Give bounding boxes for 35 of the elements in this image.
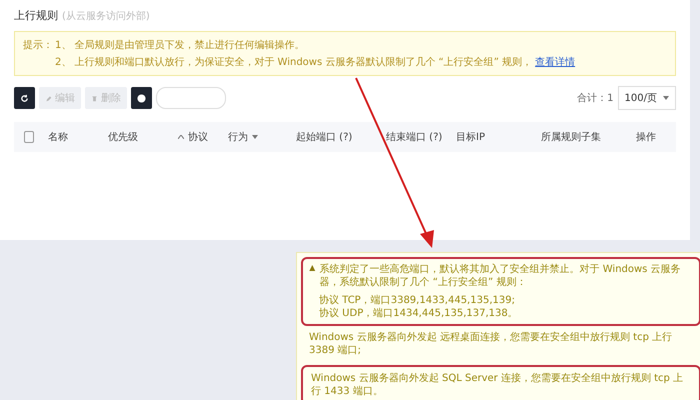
warning-text: 系统判定了一些高危端口，默认将其加入了安全组并禁止。对于 Windows 云服务器，系统默认限制了几个 “上行安全组” 规则： [320, 263, 682, 289]
protocol-text: 协议 UDP，端口1434,445,135,137,138。 [319, 307, 519, 320]
column-header[interactable]: 行为 [228, 130, 248, 144]
sort-icon[interactable] [178, 135, 184, 139]
page-size-select[interactable]: 100/页 [618, 86, 676, 110]
column-header[interactable]: 结束端口 (?) [386, 130, 442, 144]
section-title: 上行规则 [14, 8, 58, 23]
column-header[interactable]: 所属规则子集 [541, 130, 601, 144]
help-button[interactable] [131, 87, 152, 109]
notice-number: 2、 [55, 56, 72, 69]
column-header[interactable]: 起始端口 (?) [296, 130, 352, 144]
column-header[interactable]: 操作 [636, 130, 656, 144]
filter-caret-icon[interactable] [252, 135, 258, 139]
warning-icon [309, 263, 316, 273]
protocol-text: 协议 TCP，端口3389,1433,445,135,139; [319, 294, 516, 307]
pencil-icon [45, 94, 52, 102]
notice-number: 1、 [55, 39, 72, 52]
select-all-checkbox[interactable] [24, 131, 34, 143]
note-text: Windows 云服务器向外发起 远程桌面连接，您需要在安全组中放行规则 tcp 上行 3389 端口; [308, 330, 674, 358]
notice-text: 全局规则是由管理员下发，禁止进行任何编辑操作。 [74, 38, 304, 52]
column-header[interactable]: 优先级 [108, 130, 138, 144]
refresh-icon [20, 94, 29, 102]
section-subtitle: (从云服务访问外部) [62, 10, 150, 23]
column-header[interactable]: 目标IP [456, 130, 485, 144]
notice-prefix: 提示： [23, 39, 53, 53]
details-link[interactable]: 查看详情 [535, 55, 576, 69]
trash-icon [91, 94, 98, 102]
column-header[interactable]: 协议 [188, 130, 208, 144]
search-field[interactable] [156, 87, 226, 109]
column-header[interactable]: 名称 [48, 130, 68, 144]
notice-text: 上行规则和端口默认放行，为保证安全，对于 Windows 云服务器默认限制了几个 “上行安全组” 规则， [74, 56, 532, 69]
total-count: 合计：1 [577, 92, 614, 105]
refresh-button[interactable] [14, 87, 35, 109]
note-text: Windows 云服务器向外发起 SQL Server 连接，您需要在安全组中放行规则 tcp 上行 1433 端口。 [301, 365, 700, 400]
caret-icon [663, 96, 669, 100]
